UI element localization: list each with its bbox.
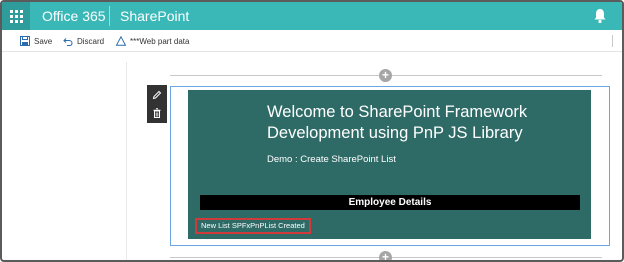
suite-bar-divider bbox=[109, 6, 110, 26]
discard-label: Discard bbox=[77, 36, 105, 46]
pencil-icon[interactable] bbox=[150, 88, 164, 102]
undo-icon bbox=[63, 38, 73, 46]
suite-bar: Office 365 SharePoint bbox=[2, 2, 622, 30]
office-365-brand[interactable]: Office 365 bbox=[42, 8, 106, 24]
status-message: New List SPFxPnPList Created bbox=[195, 218, 311, 234]
canvas-left-edge bbox=[126, 62, 127, 260]
save-label: Save bbox=[34, 36, 53, 46]
save-button[interactable]: Save bbox=[20, 35, 52, 47]
webpart-title: Welcome to SharePoint Framework Developm… bbox=[267, 103, 528, 142]
pnp-webpart: Welcome to SharePoint Framework Developm… bbox=[188, 90, 591, 239]
command-bar: Save Discard ***Web part data bbox=[2, 30, 622, 52]
screenshot-frame: Office 365 SharePoint Save Discard ***We… bbox=[0, 0, 624, 262]
web-part-data-button[interactable]: ***Web part data bbox=[116, 35, 189, 47]
save-icon bbox=[20, 36, 30, 46]
webpart-subtitle: Demo : Create SharePoint List bbox=[267, 154, 396, 165]
command-bar-edge bbox=[612, 35, 613, 47]
sharepoint-site-link[interactable]: SharePoint bbox=[120, 8, 189, 24]
plus-circle-icon[interactable]: + bbox=[379, 69, 392, 82]
app-launcher-icon[interactable] bbox=[2, 2, 30, 30]
webpart-toolbar bbox=[147, 85, 167, 123]
warning-icon bbox=[116, 36, 126, 46]
trash-icon[interactable] bbox=[150, 106, 164, 120]
discard-button[interactable]: Discard bbox=[63, 35, 104, 47]
employee-details-header: Employee Details bbox=[200, 195, 580, 210]
plus-circle-icon[interactable]: + bbox=[379, 251, 392, 260]
bell-icon[interactable] bbox=[592, 7, 608, 25]
web-part-data-label: ***Web part data bbox=[130, 36, 190, 46]
